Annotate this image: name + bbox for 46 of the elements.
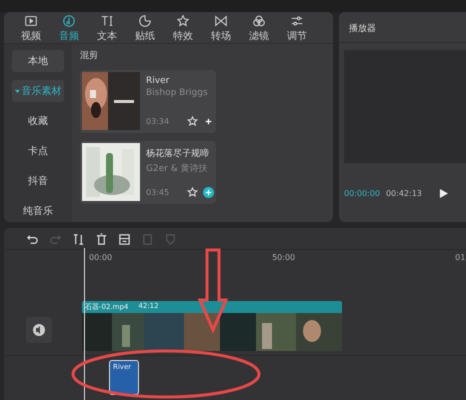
track-duration: 03:45	[146, 188, 170, 197]
time-label: 01	[455, 253, 466, 264]
star-icon	[176, 14, 190, 28]
video-icon	[24, 14, 38, 28]
media-tab[interactable]: 视频	[12, 14, 50, 43]
time-label: 50:00	[272, 253, 296, 264]
category-item[interactable]: 卡点	[12, 140, 64, 162]
track-artist: Bishop Briggs	[146, 88, 209, 98]
frame-icon[interactable]	[118, 233, 131, 246]
music-note-icon	[62, 14, 76, 28]
time-label: 00:00	[89, 253, 112, 264]
media-tab[interactable]: 滤镜	[240, 14, 278, 43]
media-tab[interactable]: 转场	[202, 14, 240, 43]
split-icon[interactable]	[72, 233, 85, 246]
category-item[interactable]: 本地	[12, 50, 64, 72]
add-icon[interactable]	[203, 116, 214, 127]
track-title: 杨花落尽子规啼	[146, 148, 210, 160]
total-time: 00:42:13	[386, 189, 422, 198]
bowtie-icon	[214, 14, 228, 28]
media-tab[interactable]: 贴纸	[126, 14, 164, 43]
track-artist: G2er & 黄诗扶	[146, 162, 209, 175]
text-icon	[100, 14, 114, 28]
panel-title: 播放器	[339, 12, 466, 43]
track-title: River	[146, 76, 170, 86]
music-card[interactable]: 杨花落尽子规啼 G2er & 黄诗扶 03:45	[80, 141, 216, 204]
add-icon[interactable]	[203, 187, 214, 198]
section-heading: 混剪	[80, 50, 99, 62]
category-item[interactable]: 收藏	[12, 110, 64, 132]
delete-icon[interactable]	[95, 233, 108, 246]
current-time: 00:00:00	[344, 189, 380, 198]
category-item[interactable]: 抖音	[12, 170, 64, 192]
play-icon[interactable]	[439, 189, 448, 198]
media-tab[interactable]: 调节	[278, 14, 316, 43]
media-tab[interactable]: 文本	[88, 14, 126, 43]
star-icon[interactable]	[187, 116, 198, 127]
circles-icon	[252, 14, 266, 28]
volume-button[interactable]	[26, 317, 52, 343]
media-tab[interactable]: 特效	[164, 14, 202, 43]
undo-icon[interactable]	[26, 233, 39, 246]
category-item[interactable]: 纯音乐	[12, 200, 64, 222]
music-card[interactable]: River Bishop Briggs 03:34	[80, 70, 216, 133]
sticker-icon	[138, 14, 152, 28]
star-icon[interactable]	[187, 187, 198, 198]
category-item[interactable]: 音乐素材	[12, 80, 64, 102]
media-tab[interactable]: 音频	[50, 14, 88, 43]
track-duration: 03:34	[146, 117, 170, 126]
